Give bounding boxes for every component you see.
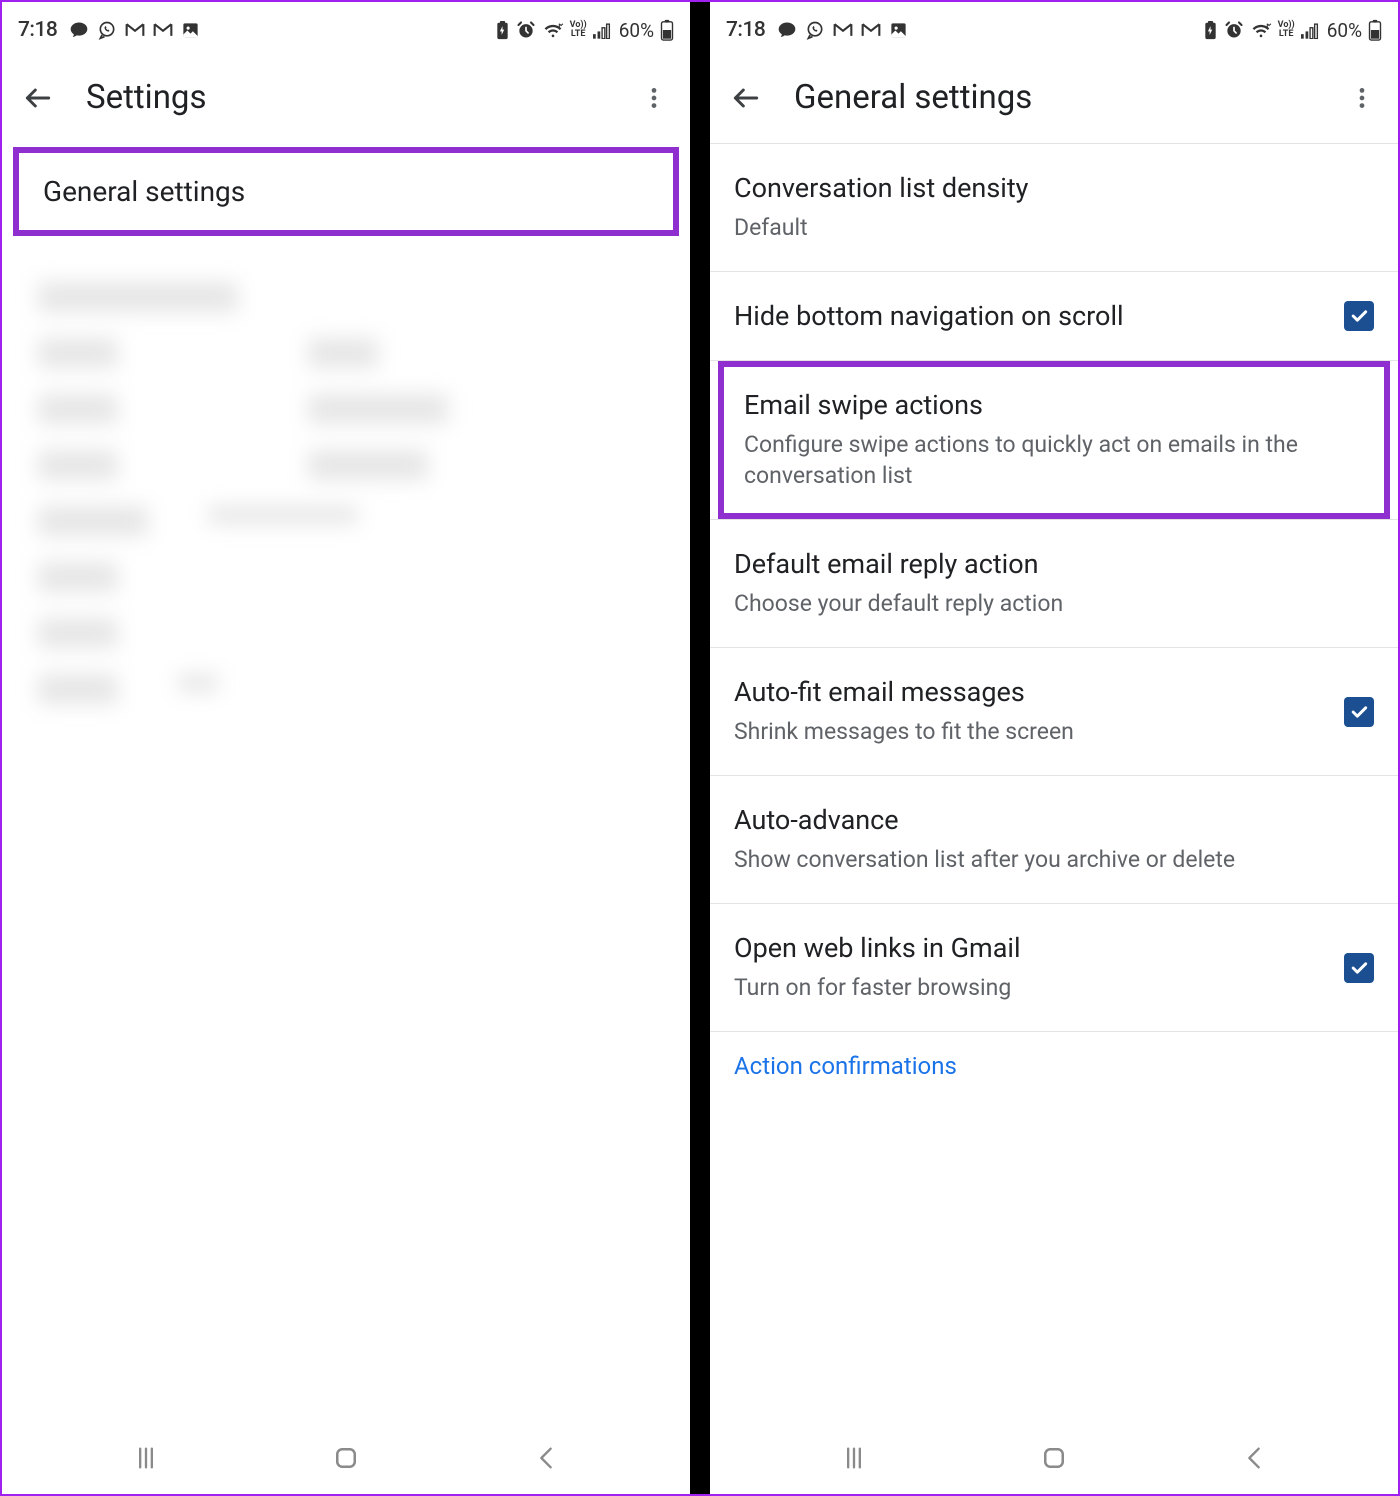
item-title: Auto-advance xyxy=(734,804,1374,836)
clock: 7:18 xyxy=(726,18,765,42)
alarm-icon xyxy=(516,20,536,40)
gmail-m-icon-2 xyxy=(861,22,881,38)
phone-left: 7:18 Vo))LTE 60% Settings General settin… xyxy=(2,2,690,1494)
recents-button[interactable] xyxy=(829,1433,879,1483)
checkbox-checked[interactable] xyxy=(1344,697,1374,727)
image-icon xyxy=(181,21,200,40)
settings-list: Conversation list density Default Hide b… xyxy=(710,144,1398,1422)
item-hide-bottom-nav[interactable]: Hide bottom navigation on scroll xyxy=(710,272,1398,361)
back-button[interactable] xyxy=(20,80,56,116)
app-bar: General settings xyxy=(710,52,1398,143)
recents-button[interactable] xyxy=(121,1433,171,1483)
item-title: Email swipe actions xyxy=(744,389,1364,421)
checkbox-checked[interactable] xyxy=(1344,301,1374,331)
blurred-content xyxy=(2,236,690,750)
home-button[interactable] xyxy=(1029,1433,1079,1483)
section-action-confirmations: Action confirmations xyxy=(710,1032,1398,1080)
screens-divider xyxy=(690,2,710,1494)
item-email-swipe-actions[interactable]: Email swipe actions Configure swipe acti… xyxy=(718,361,1390,519)
battery-percent: 60% xyxy=(619,19,654,42)
status-bar: 7:18 Vo))LTE 60% xyxy=(710,2,1398,52)
status-left: 7:18 xyxy=(18,18,200,42)
whatsapp-icon xyxy=(97,20,117,40)
status-bar: 7:18 Vo))LTE 60% xyxy=(2,2,690,52)
signal-icon xyxy=(593,22,613,39)
back-nav-button[interactable] xyxy=(1229,1433,1279,1483)
item-title: Conversation list density xyxy=(734,172,1374,204)
system-nav-bar xyxy=(2,1422,690,1494)
gmail-m-icon xyxy=(125,22,145,38)
page-title: General settings xyxy=(794,78,1314,117)
general-settings-item[interactable]: General settings xyxy=(13,147,679,236)
gmail-m-icon xyxy=(833,22,853,38)
status-right: Vo))LTE 60% xyxy=(495,19,674,42)
checkbox-checked[interactable] xyxy=(1344,953,1374,983)
home-button[interactable] xyxy=(321,1433,371,1483)
item-subtitle: Turn on for faster browsing xyxy=(734,972,1374,1003)
battery-icon xyxy=(660,19,674,41)
image-icon xyxy=(889,21,908,40)
gmail-m-icon-2 xyxy=(153,22,173,38)
item-subtitle: Default xyxy=(734,212,1374,243)
battery-percent: 60% xyxy=(1327,19,1362,42)
back-nav-button[interactable] xyxy=(521,1433,571,1483)
battery-icon xyxy=(1368,19,1382,41)
more-button[interactable] xyxy=(1344,80,1380,116)
item-title: Default email reply action xyxy=(734,548,1374,580)
item-auto-advance[interactable]: Auto-advance Show conversation list afte… xyxy=(710,776,1398,904)
whatsapp-icon xyxy=(805,20,825,40)
chat-icon xyxy=(69,20,89,40)
item-subtitle: Configure swipe actions to quickly act o… xyxy=(744,429,1364,491)
page-title: Settings xyxy=(86,78,606,117)
item-title: Hide bottom navigation on scroll xyxy=(734,300,1374,332)
alarm-icon xyxy=(1224,20,1244,40)
item-subtitle: Choose your default reply action xyxy=(734,588,1374,619)
item-open-web-links[interactable]: Open web links in Gmail Turn on for fast… xyxy=(710,904,1398,1032)
volte-icon: Vo))LTE xyxy=(570,21,587,39)
battery-saver-icon xyxy=(495,21,510,40)
back-button[interactable] xyxy=(728,80,764,116)
status-right: Vo))LTE 60% xyxy=(1203,19,1382,42)
item-subtitle: Shrink messages to fit the screen xyxy=(734,716,1374,747)
more-button[interactable] xyxy=(636,80,672,116)
item-auto-fit-messages[interactable]: Auto-fit email messages Shrink messages … xyxy=(710,648,1398,776)
item-default-reply-action[interactable]: Default email reply action Choose your d… xyxy=(710,520,1398,648)
wifi-icon xyxy=(542,21,564,39)
item-title: Open web links in Gmail xyxy=(734,932,1374,964)
system-nav-bar xyxy=(710,1422,1398,1494)
app-bar: Settings xyxy=(2,52,690,143)
item-conversation-density[interactable]: Conversation list density Default xyxy=(710,144,1398,272)
chat-icon xyxy=(777,20,797,40)
phone-right: 7:18 Vo))LTE 60% General settings xyxy=(710,2,1398,1494)
volte-icon: Vo))LTE xyxy=(1278,21,1295,39)
status-left: 7:18 xyxy=(726,18,908,42)
signal-icon xyxy=(1301,22,1321,39)
item-title: Auto-fit email messages xyxy=(734,676,1374,708)
battery-saver-icon xyxy=(1203,21,1218,40)
item-subtitle: Show conversation list after you archive… xyxy=(734,844,1374,875)
clock: 7:18 xyxy=(18,18,57,42)
wifi-icon xyxy=(1250,21,1272,39)
